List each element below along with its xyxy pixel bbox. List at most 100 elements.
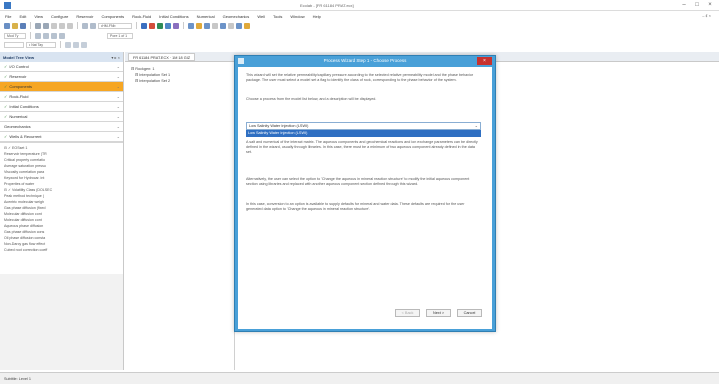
minimize-button[interactable]: –	[679, 1, 689, 9]
section-io-control[interactable]: ✓ I/O Control ⌄	[0, 62, 123, 72]
menu-well[interactable]: Well	[257, 14, 265, 19]
process-option[interactable]: Low Salinity Water Injection (LSWI)	[246, 130, 481, 137]
check-icon: ✓	[4, 134, 8, 139]
cut-icon[interactable]	[51, 22, 57, 29]
expand-icon[interactable]: ⌄	[117, 94, 120, 99]
tool-icon[interactable]	[65, 41, 71, 48]
open-icon[interactable]	[12, 22, 18, 29]
close-button[interactable]: ×	[705, 1, 715, 9]
menu-help[interactable]: Help	[313, 14, 321, 19]
tool-icon[interactable]	[188, 22, 194, 29]
new-icon[interactable]	[4, 22, 10, 29]
tool-icon[interactable]	[244, 22, 250, 29]
nav-prev-icon[interactable]	[43, 32, 49, 39]
check-icon: ✓	[4, 114, 8, 119]
layer-dropdown[interactable]: Mod Ty	[4, 32, 26, 39]
process-select-value: Low Salinity Water Injection (LSWI)	[249, 124, 309, 128]
expand-icon[interactable]: ⌄	[117, 104, 120, 109]
nav-first-icon[interactable]	[35, 32, 41, 39]
panel-header: Model Tree View ▾ ▸ ×	[0, 52, 123, 62]
menu-rock-fluid[interactable]: Rock-Fluid	[132, 14, 151, 19]
menu-components[interactable]: Components	[101, 14, 124, 19]
save-icon[interactable]	[20, 22, 26, 29]
rock-tree: ⊟ Rockgen: 1 ⊟ Interpolation Set 1 ⊟ Int…	[125, 63, 235, 370]
well-icon[interactable]	[149, 22, 155, 29]
undo-icon[interactable]	[35, 22, 41, 29]
tool-icon[interactable]	[220, 22, 226, 29]
panel-title: Model Tree View	[3, 54, 35, 60]
menu-geomechanics[interactable]: Geomechanics	[223, 14, 250, 19]
instruction-text: Choose a process from the model list bel…	[246, 97, 377, 101]
page-dropdown[interactable]: Pore 1 of 1	[107, 32, 133, 39]
menu-window[interactable]: Window	[290, 14, 304, 19]
section-numerical[interactable]: ✓ Numerical ⌄	[0, 112, 123, 122]
menu-numerical[interactable]: Numerical	[197, 14, 215, 19]
tree-item[interactable]: Cubed root correction coeff	[4, 247, 119, 253]
expand-icon[interactable]: ⌄	[117, 114, 120, 119]
property-dropdown[interactable]: • Nat Tay	[26, 41, 56, 48]
check-icon: ✓	[4, 74, 8, 79]
mode-dropdown[interactable]	[4, 41, 24, 48]
interpolation-set-node[interactable]: ⊟ Interpolation Set 2	[131, 78, 228, 84]
toolbar-separator	[30, 32, 31, 39]
menu-configure[interactable]: Configure	[51, 14, 68, 19]
app-icon	[4, 2, 11, 9]
next-button[interactable]: Next >	[426, 309, 451, 317]
cancel-button[interactable]: Cancel	[457, 309, 482, 317]
intro-text: This wizard will set the relative permea…	[246, 73, 474, 82]
section-geomechanics[interactable]: Geomechanics ⌄	[0, 122, 123, 132]
expand-icon[interactable]: ⌄	[117, 84, 120, 89]
maximize-button[interactable]: □	[692, 1, 702, 9]
zoom-icon[interactable]	[82, 22, 88, 29]
expand-icon[interactable]: ⌄	[117, 64, 120, 69]
tool-icon[interactable]	[212, 22, 218, 29]
process-wizard-dialog: Process Wizard Step 1 - Choose Process ×…	[234, 55, 496, 332]
tool-icon[interactable]	[73, 41, 79, 48]
pan-icon[interactable]	[90, 22, 96, 29]
grid-icon[interactable]	[141, 22, 147, 29]
copy-icon[interactable]	[59, 22, 65, 29]
tool-icon[interactable]	[204, 22, 210, 29]
main-toolbar: •HM-FNb	[0, 21, 719, 30]
view-dropdown[interactable]: •HM-FNb	[98, 22, 132, 29]
chart-icon[interactable]	[165, 22, 171, 29]
document-tab[interactable]: FR 61184 PRAT.ECX · 1M 18 GIZ	[128, 52, 196, 61]
chevron-down-icon[interactable]: ⌄	[475, 123, 478, 129]
menu-tools[interactable]: Tools	[273, 14, 282, 19]
check-icon: ✓	[4, 94, 8, 99]
section-label: Rock-Fluid	[9, 94, 29, 99]
table-icon[interactable]	[173, 22, 179, 29]
nav-last-icon[interactable]	[59, 32, 65, 39]
expand-icon[interactable]: ⌄	[117, 74, 120, 79]
tool-icon[interactable]	[196, 22, 202, 29]
mdi-controls[interactable]: – ♯ ×	[702, 13, 711, 18]
dialog-body: This wizard will set the relative permea…	[238, 67, 492, 329]
run-icon[interactable]	[157, 22, 163, 29]
section-reservoir[interactable]: ✓ Reservoir ⌄	[0, 72, 123, 82]
back-button[interactable]: < Back	[395, 309, 420, 317]
expand-icon[interactable]: ⌄	[117, 134, 120, 139]
dialog-close-button[interactable]: ×	[477, 57, 492, 65]
section-wells-recurrent[interactable]: ✓ Wells & Recurrent ⌄	[0, 132, 123, 142]
dialog-titlebar[interactable]: Process Wizard Step 1 - Choose Process ×	[235, 56, 495, 66]
tool-icon[interactable]	[228, 22, 234, 29]
process-select[interactable]: Low Salinity Water Injection (LSWI) ⌄	[246, 122, 481, 130]
section-label: Reservoir	[9, 74, 27, 79]
redo-icon[interactable]	[43, 22, 49, 29]
menu-view[interactable]: View	[34, 14, 43, 19]
paste-icon[interactable]	[67, 22, 73, 29]
title-bar: Ecolab - [FR 61184 PRAT.ecx] – □ ×	[0, 0, 719, 11]
section-initial-conditions[interactable]: ✓ Initial Conditions ⌄	[0, 102, 123, 112]
menu-reservoir[interactable]: Reservoir	[76, 14, 93, 19]
model-tree-panel: Model Tree View ▾ ▸ × ✓ I/O Control ⌄ ✓ Re…	[0, 52, 124, 370]
section-rock-fluid[interactable]: ✓ Rock-Fluid ⌄	[0, 92, 123, 102]
nav-next-icon[interactable]	[51, 32, 57, 39]
menu-file[interactable]: File	[5, 14, 11, 19]
tool-icon[interactable]	[236, 22, 242, 29]
panel-controls[interactable]: ▾ ▸ ×	[111, 55, 120, 60]
section-components[interactable]: ✓ Components ⌄	[0, 82, 123, 92]
menu-edit[interactable]: Edit	[19, 14, 26, 19]
tool-icon[interactable]	[81, 41, 87, 48]
menu-initial-conditions[interactable]: Initial Conditions	[159, 14, 188, 19]
expand-icon[interactable]: ⌄	[117, 124, 120, 129]
